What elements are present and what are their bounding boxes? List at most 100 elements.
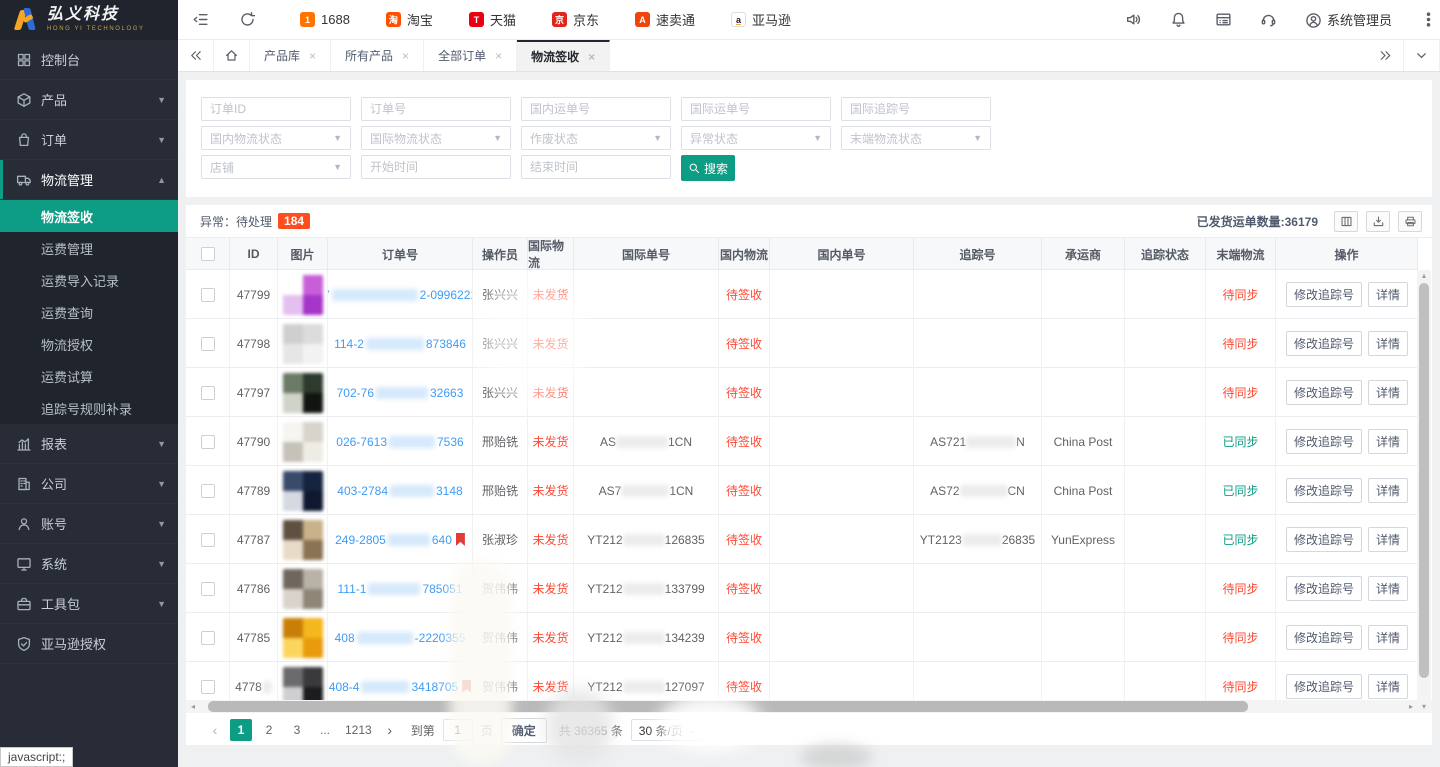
filter-select-2[interactable]: 作废状态▼: [521, 126, 671, 150]
search-button[interactable]: 搜索: [681, 155, 735, 181]
tab-close-icon[interactable]: ×: [309, 49, 316, 63]
sidebar-item-bottom-3[interactable]: 系统▼: [0, 544, 178, 584]
order-number-link[interactable]: 249-2805640: [335, 533, 465, 547]
platform-link-3[interactable]: 京京东: [552, 10, 599, 29]
filter-input-1[interactable]: [361, 97, 511, 121]
edit-tracking-button[interactable]: 修改追踪号: [1286, 576, 1362, 601]
filter-date-input-1[interactable]: [521, 155, 671, 179]
scroll-left-arrow-icon[interactable]: ◂: [186, 700, 200, 713]
goto-page-input[interactable]: [443, 719, 473, 741]
tabs-dropdown-icon[interactable]: [1404, 40, 1440, 71]
tabs-scroll-left-icon[interactable]: [178, 40, 214, 71]
product-thumbnail[interactable]: [283, 471, 323, 511]
sidebar-item-bottom-1[interactable]: 公司▼: [0, 464, 178, 504]
user-menu[interactable]: 系统管理员: [1305, 10, 1392, 29]
tab-close-icon[interactable]: ×: [402, 49, 409, 63]
home-tab-icon[interactable]: [214, 40, 250, 71]
row-checkbox[interactable]: [201, 386, 215, 400]
row-checkbox[interactable]: [201, 288, 215, 302]
edit-tracking-button[interactable]: 修改追踪号: [1286, 478, 1362, 503]
service-icon[interactable]: [1260, 11, 1277, 28]
submenu-item-4[interactable]: 物流授权: [0, 328, 178, 360]
sidebar-item-top-2[interactable]: 订单▼: [0, 120, 178, 160]
scroll-down-arrow-icon[interactable]: ▾: [1417, 701, 1431, 713]
product-thumbnail[interactable]: [283, 422, 323, 462]
platform-link-2[interactable]: T天猫: [469, 10, 516, 29]
sidebar-item-top-1[interactable]: 产品▼: [0, 80, 178, 120]
scroll-up-arrow-icon[interactable]: ▴: [1417, 270, 1431, 282]
pending-count-badge[interactable]: 184: [278, 213, 310, 229]
tabs-scroll-right-icon[interactable]: [1368, 40, 1404, 71]
submenu-item-5[interactable]: 运费试算: [0, 360, 178, 392]
order-number-link[interactable]: 72-0996221: [328, 288, 473, 302]
detail-button[interactable]: 详情: [1368, 380, 1408, 405]
sidebar-item-bottom-0[interactable]: 报表▼: [0, 424, 178, 464]
product-thumbnail[interactable]: [283, 667, 323, 701]
detail-button[interactable]: 详情: [1368, 429, 1408, 454]
refresh-icon[interactable]: [239, 11, 256, 28]
prev-page-icon[interactable]: ‹: [208, 722, 222, 738]
export-button[interactable]: [1366, 211, 1390, 232]
page-button-3[interactable]: 3: [286, 719, 308, 741]
sidebar-item-bottom-2[interactable]: 账号▼: [0, 504, 178, 544]
page-button-2[interactable]: 2: [258, 719, 280, 741]
tab-close-icon[interactable]: ×: [588, 50, 595, 64]
edit-tracking-button[interactable]: 修改追踪号: [1286, 674, 1362, 699]
detail-button[interactable]: 详情: [1368, 282, 1408, 307]
page-button-1213[interactable]: 1213: [342, 719, 375, 741]
sidebar-item-top-3[interactable]: 物流管理▲: [0, 160, 178, 200]
workbench-icon[interactable]: [1215, 11, 1232, 28]
tab-close-icon[interactable]: ×: [495, 49, 502, 63]
tab-所有产品[interactable]: 所有产品×: [331, 40, 424, 71]
detail-button[interactable]: 详情: [1368, 625, 1408, 650]
submenu-item-3[interactable]: 运费查询: [0, 296, 178, 328]
platform-link-0[interactable]: 11688: [300, 12, 350, 27]
page-button-1[interactable]: 1: [230, 719, 252, 741]
tab-产品库[interactable]: 产品库×: [250, 40, 331, 71]
row-checkbox[interactable]: [201, 582, 215, 596]
more-options-icon[interactable]: [1420, 11, 1426, 28]
submenu-item-1[interactable]: 运费管理: [0, 232, 178, 264]
scroll-right-arrow-icon[interactable]: ▸: [1404, 700, 1418, 713]
detail-button[interactable]: 详情: [1368, 527, 1408, 552]
row-checkbox[interactable]: [201, 680, 215, 694]
edit-tracking-button[interactable]: 修改追踪号: [1286, 527, 1362, 552]
filter-select-shop[interactable]: 店铺▼: [201, 155, 351, 179]
tab-全部订单[interactable]: 全部订单×: [424, 40, 517, 71]
submenu-item-6[interactable]: 追踪号规则补录: [0, 392, 178, 424]
platform-link-4[interactable]: A速卖通: [635, 10, 695, 29]
vertical-scroll-thumb[interactable]: [1419, 283, 1429, 678]
filter-select-1[interactable]: 国际物流状态▼: [361, 126, 511, 150]
detail-button[interactable]: 详情: [1368, 478, 1408, 503]
row-checkbox[interactable]: [201, 484, 215, 498]
filter-date-input-0[interactable]: [361, 155, 511, 179]
column-settings-button[interactable]: [1334, 211, 1358, 232]
row-checkbox[interactable]: [201, 631, 215, 645]
row-checkbox[interactable]: [201, 435, 215, 449]
filter-input-3[interactable]: [681, 97, 831, 121]
edit-tracking-button[interactable]: 修改追踪号: [1286, 282, 1362, 307]
detail-button[interactable]: 详情: [1368, 331, 1408, 356]
select-all-checkbox[interactable]: [201, 247, 215, 261]
sidebar-item-bottom-4[interactable]: 工具包▼: [0, 584, 178, 624]
notification-bell-icon[interactable]: [1170, 11, 1187, 28]
product-thumbnail[interactable]: [283, 275, 323, 315]
vertical-scrollbar[interactable]: ▴ ▾: [1417, 270, 1431, 713]
product-thumbnail[interactable]: [283, 520, 323, 560]
print-button[interactable]: [1398, 211, 1422, 232]
edit-tracking-button[interactable]: 修改追踪号: [1286, 331, 1362, 356]
horizontal-scroll-thumb[interactable]: [208, 701, 1248, 712]
menu-collapse-icon[interactable]: [192, 11, 209, 28]
filter-select-3[interactable]: 异常状态▼: [681, 126, 831, 150]
edit-tracking-button[interactable]: 修改追踪号: [1286, 380, 1362, 405]
detail-button[interactable]: 详情: [1368, 576, 1408, 601]
confirm-page-button[interactable]: 确定: [501, 718, 547, 743]
page-size-select[interactable]: 30 条/页 ⌄: [631, 719, 704, 741]
announcement-icon[interactable]: [1125, 11, 1142, 28]
next-page-icon[interactable]: ›: [383, 722, 397, 738]
filter-select-4[interactable]: 末端物流状态▼: [841, 126, 991, 150]
filter-select-0[interactable]: 国内物流状态▼: [201, 126, 351, 150]
platform-link-5[interactable]: a亚马逊: [731, 10, 791, 29]
app-logo[interactable]: 弘义科技 HONG YI TECHNOLOGY: [0, 0, 178, 40]
order-number-link[interactable]: 111-1785051: [338, 582, 463, 596]
